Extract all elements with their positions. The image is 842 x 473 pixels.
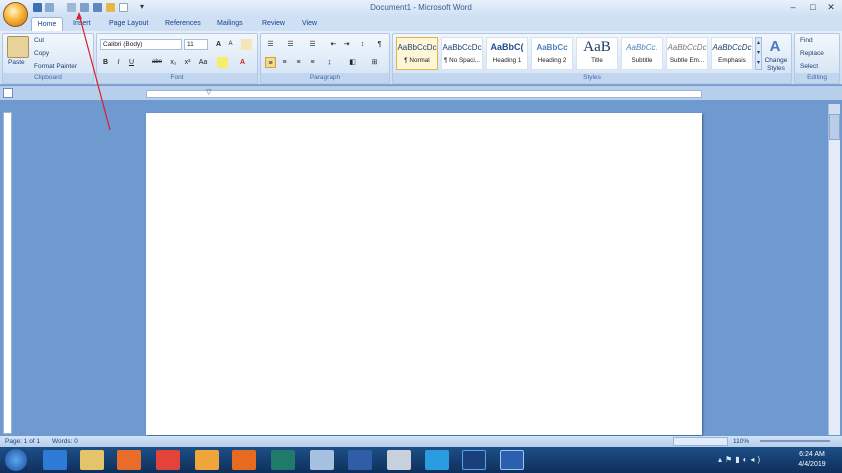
annotation-arrow [76,12,111,131]
annotation-arrowhead [76,12,82,20]
annotation-line [78,13,111,131]
